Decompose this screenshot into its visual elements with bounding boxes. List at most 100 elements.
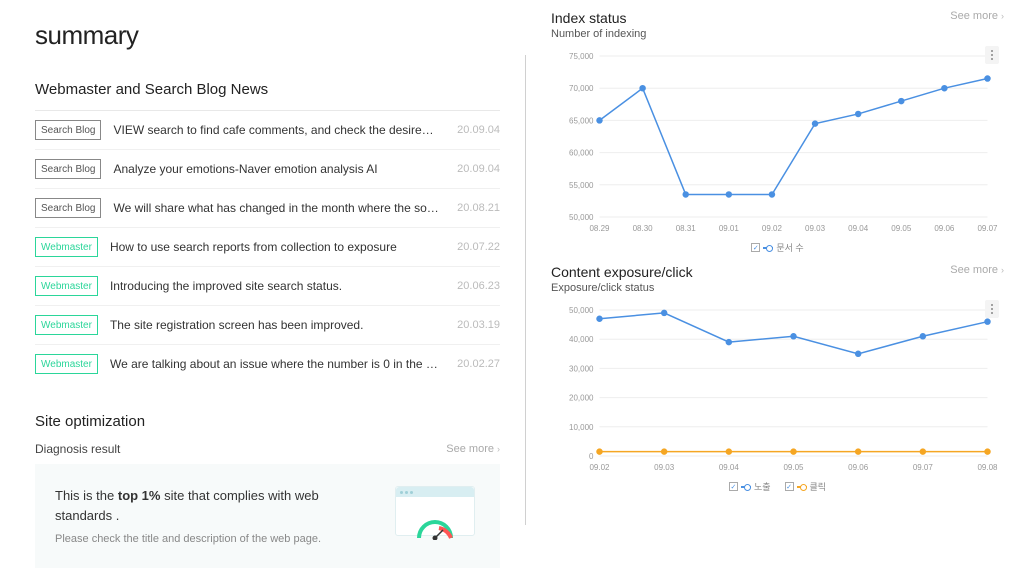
series-symbol-icon	[763, 247, 773, 249]
chevron-right-icon: ›	[1001, 265, 1004, 275]
news-section-title: Webmaster and Search Blog News	[35, 81, 500, 98]
index-see-more-link[interactable]: See more ›	[950, 10, 1004, 22]
news-title: Analyze your emotions-Naver emotion anal…	[113, 162, 450, 176]
legend-label: 노출	[754, 480, 771, 493]
svg-text:09.07: 09.07	[913, 463, 934, 472]
see-more-label: See more	[950, 10, 998, 22]
index-status-title: Index status	[551, 10, 646, 26]
category-badge: Search Blog	[35, 120, 101, 140]
svg-text:09.02: 09.02	[762, 224, 783, 233]
index-status-subtitle: Number of indexing	[551, 28, 646, 40]
site-optimization-section: Site optimization Diagnosis result See m…	[35, 413, 500, 568]
svg-text:09.04: 09.04	[719, 463, 740, 472]
news-row[interactable]: Webmaster Introducing the improved site s…	[35, 267, 500, 306]
svg-text:09.02: 09.02	[589, 463, 610, 472]
news-date: 20.09.04	[450, 124, 500, 136]
news-date: 20.09.04	[450, 163, 500, 175]
legend-item[interactable]: ✓ 클릭	[785, 480, 827, 493]
news-title: Introducing the improved site search sta…	[110, 279, 450, 293]
index-legend: ✓ 문서 수	[551, 241, 1004, 254]
svg-text:09.04: 09.04	[848, 224, 869, 233]
news-row[interactable]: Webmaster How to use search reports from …	[35, 228, 500, 267]
checkbox-icon: ✓	[785, 482, 794, 491]
svg-text:75,000: 75,000	[569, 52, 594, 61]
series-symbol-icon	[797, 486, 807, 488]
news-date: 20.08.21	[450, 202, 500, 214]
news-list: Search Blog VIEW search to find cafe comm…	[35, 110, 500, 383]
news-row[interactable]: Search Blog We will share what has change…	[35, 189, 500, 228]
checkbox-icon: ✓	[729, 482, 738, 491]
svg-text:09.06: 09.06	[934, 224, 955, 233]
news-date: 20.03.19	[450, 319, 500, 331]
news-row[interactable]: Webmaster We are talking about an issue w…	[35, 345, 500, 383]
news-row[interactable]: WebmasterThe site registration screen ha…	[35, 306, 500, 345]
news-title: We are talking about an issue where the …	[110, 357, 450, 371]
news-title: We will share what has changed in the mo…	[113, 201, 450, 215]
svg-text:08.29: 08.29	[589, 224, 610, 233]
legend-label: 클릭	[810, 480, 827, 493]
exposure-subtitle: Exposure/click status	[551, 282, 693, 294]
news-date: 20.02.27	[450, 358, 500, 370]
exposure-legend: ✓ 노출 ✓ 클릭	[551, 480, 1004, 493]
legend-item[interactable]: ✓ 문서 수	[751, 241, 803, 254]
svg-text:09.01: 09.01	[719, 224, 740, 233]
svg-text:50,000: 50,000	[569, 213, 594, 222]
category-badge: Webmaster	[35, 354, 98, 374]
svg-text:09.06: 09.06	[848, 463, 869, 472]
news-title: How to use search reports from collectio…	[110, 240, 450, 254]
news-section: Webmaster and Search Blog News Search Bl…	[35, 81, 500, 383]
svg-text:09.07: 09.07	[977, 224, 998, 233]
svg-text:0: 0	[589, 452, 594, 461]
news-date: 20.06.23	[450, 280, 500, 292]
svg-text:70,000: 70,000	[569, 84, 594, 93]
svg-text:09.05: 09.05	[891, 224, 912, 233]
exposure-block: Content exposure/click Exposure/click st…	[551, 264, 1004, 493]
diagnosis-card: This is the top 1% site that complies wi…	[35, 464, 500, 568]
diagnosis-subtitle: Diagnosis result	[35, 442, 120, 456]
see-more-label: See more	[950, 264, 998, 276]
chart-menu-button[interactable]	[985, 46, 999, 64]
svg-text:20,000: 20,000	[569, 394, 594, 403]
news-row[interactable]: Search Blog VIEW search to find cafe comm…	[35, 111, 500, 150]
news-row[interactable]: Search Blog Analyze your emotions-Naver e…	[35, 150, 500, 189]
index-status-block: Index status Number of indexing See more…	[551, 10, 1004, 254]
series-symbol-icon	[741, 486, 751, 488]
exposure-title: Content exposure/click	[551, 264, 693, 280]
site-opt-title: Site optimization	[35, 413, 500, 430]
gauge-illustration	[395, 486, 480, 546]
svg-text:09.05: 09.05	[783, 463, 804, 472]
news-title: The site registration screen has been im…	[110, 318, 450, 332]
category-badge: Webmaster	[35, 276, 98, 296]
see-more-label: See more	[446, 443, 494, 455]
chevron-right-icon: ›	[497, 444, 500, 454]
svg-text:50,000: 50,000	[569, 306, 594, 315]
svg-text:60,000: 60,000	[569, 149, 594, 158]
svg-text:55,000: 55,000	[569, 181, 594, 190]
svg-text:09.08: 09.08	[977, 463, 998, 472]
svg-text:08.31: 08.31	[676, 224, 697, 233]
index-chart: 50,000 55,000 60,000 65,000 70,000 75,000 08.2…	[551, 44, 1004, 239]
diagnosis-main-text: This is the top 1% site that complies wi…	[55, 486, 375, 525]
chart-menu-button[interactable]	[985, 300, 999, 318]
svg-text:30,000: 30,000	[569, 364, 594, 373]
diagnosis-sub-text: Please check the title and description o…	[55, 533, 375, 545]
exposure-chart: 0 10,000 20,000 30,000 40,000 50,000 09.02 09.0…	[551, 298, 1004, 478]
news-title: VIEW search to find cafe comments, and c…	[113, 123, 450, 137]
checkbox-icon: ✓	[751, 243, 760, 252]
svg-text:10,000: 10,000	[569, 423, 594, 432]
svg-text:65,000: 65,000	[569, 116, 594, 125]
legend-label: 문서 수	[776, 241, 803, 254]
svg-text:09.03: 09.03	[805, 224, 826, 233]
category-badge: Webmaster	[35, 237, 98, 257]
chevron-right-icon: ›	[1001, 11, 1004, 21]
svg-text:40,000: 40,000	[569, 335, 594, 344]
legend-item[interactable]: ✓ 노출	[729, 480, 771, 493]
exposure-see-more-link[interactable]: See more ›	[950, 264, 1004, 276]
diagnosis-see-more-link[interactable]: See more ›	[446, 443, 500, 455]
svg-text:08.30: 08.30	[633, 224, 654, 233]
category-badge: Search Blog	[35, 198, 101, 218]
category-badge: Search Blog	[35, 159, 101, 179]
svg-text:09.03: 09.03	[654, 463, 675, 472]
news-date: 20.07.22	[450, 241, 500, 253]
page-title: summary	[35, 20, 500, 51]
